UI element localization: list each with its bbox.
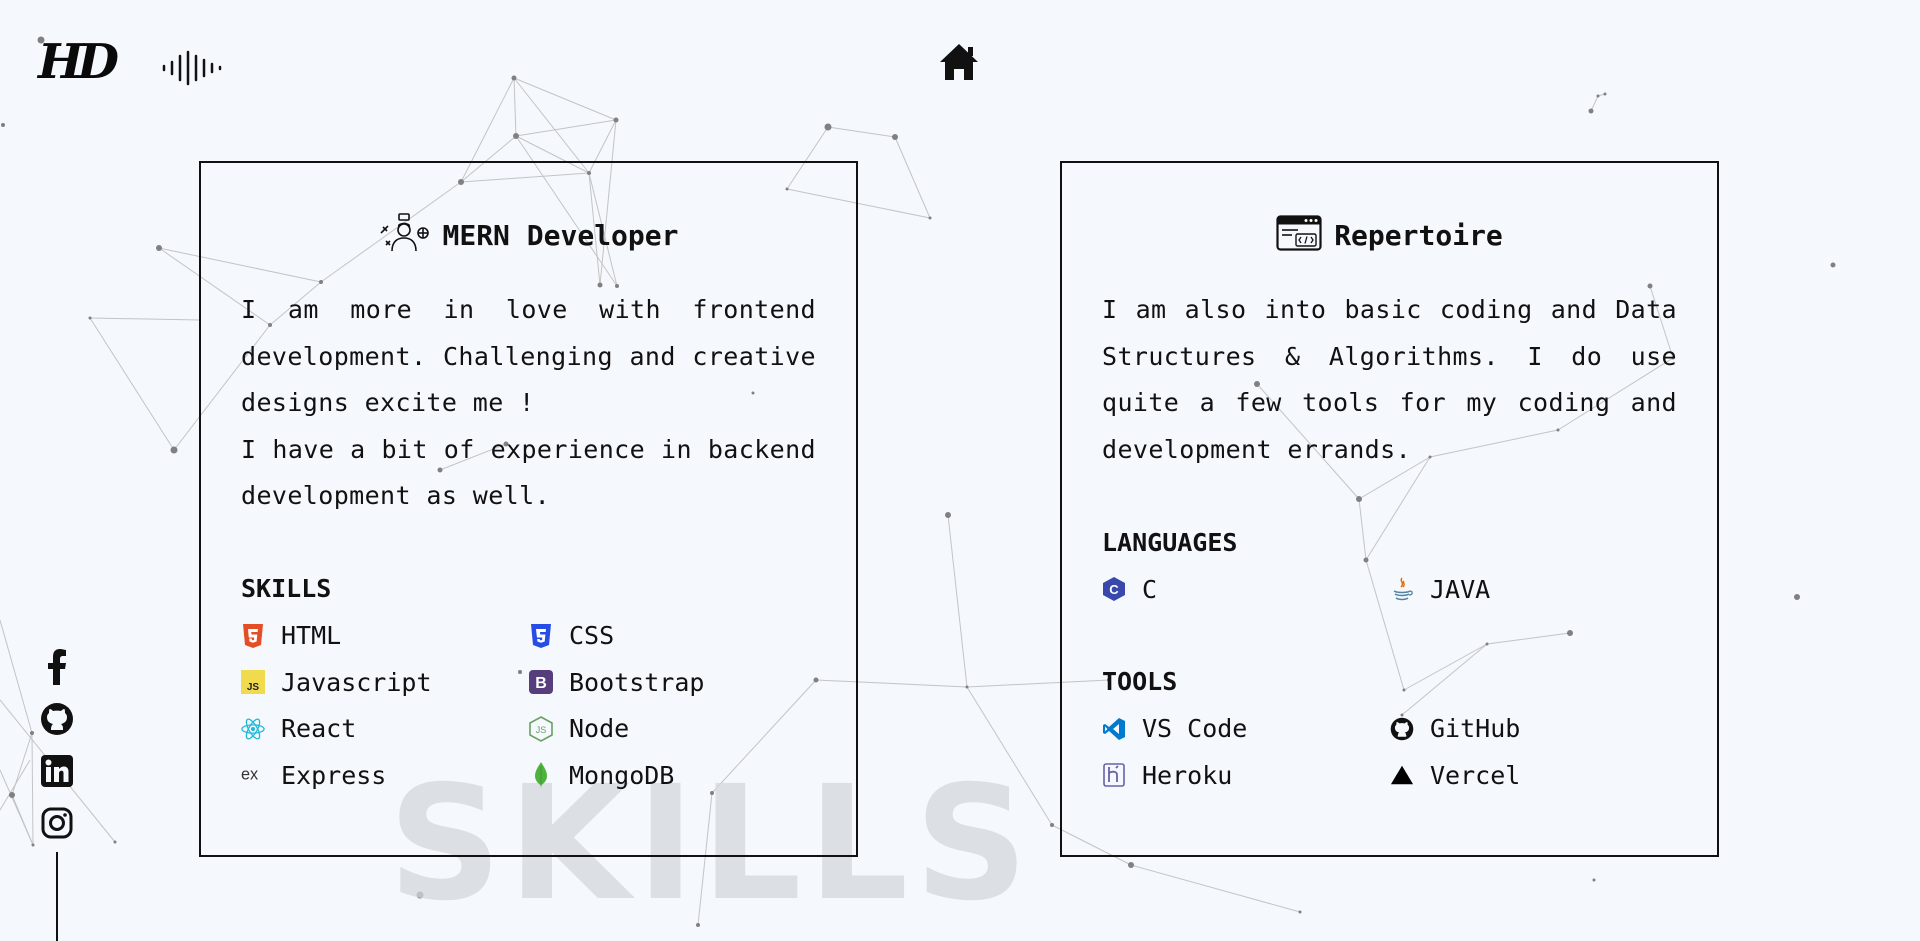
skill-label: Javascript <box>281 667 432 697</box>
social-links <box>38 648 76 842</box>
skill-label: MongoDB <box>569 760 675 790</box>
tool-item-heroku: Heroku <box>1102 752 1390 799</box>
svg-text:C: C <box>1109 582 1119 597</box>
css3-icon <box>529 623 553 648</box>
react-icon <box>241 717 265 741</box>
mern-card-header: MERN Developer <box>241 213 816 257</box>
skill-label: Node <box>569 714 630 744</box>
skill-label: Bootstrap <box>569 667 705 697</box>
skill-item-html: HTML <box>241 613 529 660</box>
developer-avatar-icon <box>378 213 430 257</box>
instagram-icon[interactable] <box>40 804 74 842</box>
github-icon <box>1390 717 1414 741</box>
tools-heading: TOOLS <box>1102 667 1178 696</box>
skill-item-node: JS Node <box>529 706 817 753</box>
skill-label: React <box>281 714 357 744</box>
skill-item-react: React <box>241 706 529 753</box>
skill-label: CSS <box>569 621 615 651</box>
svg-text:ex: ex <box>241 766 258 784</box>
javascript-icon: JS <box>241 670 265 695</box>
mern-card-description: I am more in love with frontend developm… <box>241 287 816 520</box>
mern-card-title: MERN Developer <box>442 218 679 252</box>
bootstrap-icon: B <box>529 670 553 695</box>
tool-label: GitHub <box>1430 714 1521 744</box>
logo-text: HD <box>38 34 119 90</box>
skills-heading: SKILLS <box>241 574 332 603</box>
nodejs-icon: JS <box>529 715 553 742</box>
site-logo[interactable]: HD <box>38 34 119 90</box>
skill-label: HTML <box>281 621 342 651</box>
linkedin-icon[interactable] <box>40 752 74 790</box>
html5-icon <box>241 623 265 648</box>
language-label: C <box>1142 574 1158 604</box>
tool-label: Vercel <box>1430 760 1521 790</box>
skill-label: Express <box>281 760 387 790</box>
language-label: JAVA <box>1430 574 1491 604</box>
tool-item-github: GitHub <box>1390 706 1678 753</box>
tool-label: VS Code <box>1142 714 1248 744</box>
skill-item-bootstrap: B Bootstrap <box>529 659 817 706</box>
mern-description-paragraph-2: I have a bit of experience in backend de… <box>241 434 816 511</box>
github-icon[interactable] <box>40 700 74 738</box>
skill-item-css: CSS <box>529 613 817 660</box>
c-language-icon: C <box>1102 577 1126 602</box>
code-window-icon <box>1276 215 1322 255</box>
svg-text:JS: JS <box>536 725 547 735</box>
skill-item-express: ex Express <box>241 752 529 799</box>
repertoire-card-title: Repertoire <box>1334 218 1503 252</box>
skill-item-javascript: JS Javascript <box>241 659 529 706</box>
express-icon: ex <box>241 763 265 787</box>
heroku-icon <box>1102 763 1126 788</box>
languages-heading: LANGUAGES <box>1102 527 1238 557</box>
home-icon[interactable] <box>938 42 980 86</box>
repertoire-card-description: I am also into basic coding and Data Str… <box>1102 287 1677 473</box>
java-icon <box>1390 577 1414 601</box>
languages-list: C C JAVA <box>1102 566 1677 613</box>
social-divider-line <box>56 852 58 941</box>
skills-list: HTML CSS JS Javascript B Bootstrap React <box>241 613 816 799</box>
vscode-icon <box>1102 717 1126 741</box>
sound-wave-icon[interactable] <box>160 50 224 90</box>
mern-description-paragraph-1: I am more in love with frontend developm… <box>241 295 816 417</box>
tool-item-vercel: Vercel <box>1390 752 1678 799</box>
skill-item-mongodb: MongoDB <box>529 752 817 799</box>
tool-label: Heroku <box>1142 760 1233 790</box>
repertoire-card-header: Repertoire <box>1102 213 1677 257</box>
repertoire-card: Repertoire I am also into basic coding a… <box>1060 161 1719 857</box>
svg-text:B: B <box>535 675 547 692</box>
tool-item-vscode: VS Code <box>1102 706 1390 753</box>
mern-developer-card: MERN Developer I am more in love with fr… <box>199 161 858 857</box>
language-item-java: JAVA <box>1390 566 1678 613</box>
facebook-icon[interactable] <box>40 648 74 686</box>
language-item-c: C C <box>1102 566 1390 613</box>
tools-list: VS Code GitHub Heroku Vercel <box>1102 706 1677 799</box>
mongodb-icon <box>529 762 553 789</box>
svg-text:JS: JS <box>247 682 260 693</box>
repertoire-description-paragraph: I am also into basic coding and Data Str… <box>1102 295 1677 464</box>
vercel-icon <box>1390 763 1414 787</box>
